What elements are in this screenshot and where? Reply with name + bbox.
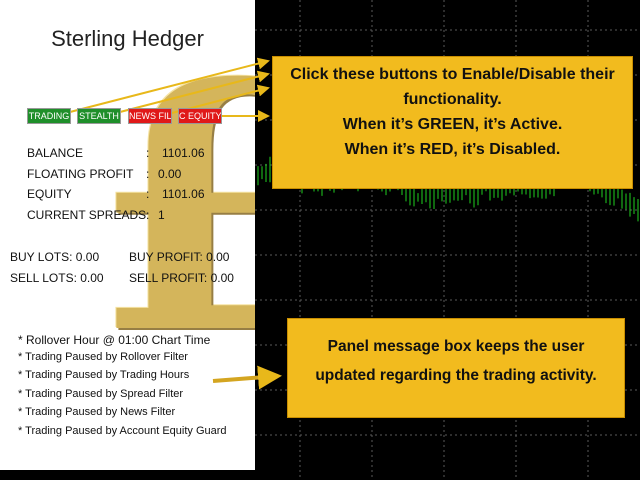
sell-lots: SELL LOTS: 0.00 [10, 271, 104, 285]
buy-profit: BUY PROFIT: 0.00 [129, 250, 230, 264]
spreads-label: CURRENT SPREADS [27, 208, 147, 222]
panel-title: Sterling Hedger [51, 26, 204, 51]
news-filter-toggle-button[interactable]: NEWS FIL [128, 108, 172, 124]
spreads-value: 1 [158, 208, 165, 222]
message-line: * Trading Paused by News Filter [18, 406, 176, 418]
floating-profit-label: FLOATING PROFIT [27, 167, 134, 181]
arrow-trading [69, 57, 270, 113]
trading-toggle-button[interactable]: TRADING [27, 108, 71, 124]
stealth-toggle-button[interactable]: STEALTH [77, 108, 121, 124]
arrow-messages [212, 365, 282, 390]
message-line: * Trading Paused by Trading Hours [18, 369, 190, 381]
message-line: * Trading Paused by Spread Filter [18, 388, 184, 400]
message-line: * Rollover Hour @ 01:00 Chart Time [18, 333, 211, 347]
spreads-sep: : [146, 208, 150, 222]
equity-label: EQUITY [27, 187, 72, 201]
balance-sep: : [146, 146, 150, 160]
buy-lots: BUY LOTS: 0.00 [10, 250, 100, 264]
floating-profit-value: 0.00 [158, 167, 182, 181]
floating-profit-sep: : [146, 167, 150, 181]
equity-sep: : [146, 187, 150, 201]
sell-profit: SELL PROFIT: 0.00 [129, 271, 234, 285]
equity-guard-toggle-button[interactable]: C EQUITY [178, 108, 222, 124]
equity-value: 1101.06 [162, 187, 205, 201]
balance-value: 1101.06 [162, 146, 205, 160]
message-line: * Trading Paused by Account Equity Guard [18, 425, 227, 437]
message-line: * Trading Paused by Rollover Filter [18, 351, 188, 363]
balance-label: BALANCE [27, 146, 84, 160]
